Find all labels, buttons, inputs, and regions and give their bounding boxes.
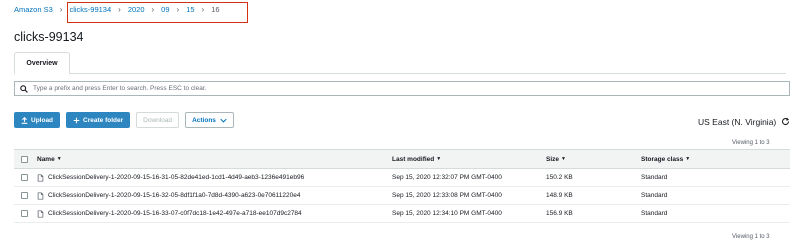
row-checkbox[interactable] <box>21 210 28 217</box>
file-icon <box>37 209 44 218</box>
plus-icon <box>73 117 80 123</box>
tab-overview[interactable]: Overview <box>14 52 70 75</box>
toolbar: Upload Create folder Download Actions <box>14 112 234 128</box>
refresh-icon[interactable] <box>781 117 790 126</box>
upload-button[interactable]: Upload <box>14 112 61 128</box>
object-last-modified: Sep 15, 2020 12:32:07 PM GMT-0400 <box>392 174 502 181</box>
viewing-count-top: Viewing 1 to 3 <box>732 140 770 146</box>
tab-bar: Overview <box>14 50 786 75</box>
breadcrumb-highlight-box <box>67 2 248 23</box>
breadcrumb-root[interactable]: Amazon S3 <box>14 5 53 14</box>
actions-dropdown[interactable]: Actions <box>185 112 234 128</box>
column-header-size[interactable]: Size ▼ <box>546 150 566 168</box>
sort-caret-icon: ▼ <box>436 156 442 162</box>
object-last-modified: Sep 15, 2020 12:33:08 PM GMT-0400 <box>392 192 502 199</box>
object-name-link[interactable]: ClickSessionDelivery-1-2020-09-15-16-33-… <box>48 210 302 217</box>
object-storage-class: Standard <box>641 192 668 199</box>
file-icon <box>37 191 44 200</box>
page-title: clicks-99134 <box>14 30 84 44</box>
breadcrumb-separator: › <box>59 4 63 14</box>
object-size: 150.2 KB <box>546 174 573 181</box>
actions-dropdown-label: Actions <box>192 116 216 124</box>
row-checkbox[interactable] <box>21 192 28 199</box>
object-size: 148.9 KB <box>546 192 573 199</box>
table-row[interactable]: ClickSessionDelivery-1-2020-09-15-16-32-… <box>14 187 790 205</box>
search-placeholder: Type a prefix and press Enter to search.… <box>33 85 207 92</box>
create-folder-button[interactable]: Create folder <box>66 112 131 128</box>
upload-button-label: Upload <box>31 116 54 124</box>
object-name-link[interactable]: ClickSessionDelivery-1-2020-09-15-16-32-… <box>48 192 300 199</box>
column-header-last-modified[interactable]: Last modified ▼ <box>392 150 441 168</box>
upload-icon <box>21 116 28 124</box>
create-folder-button-label: Create folder <box>83 116 124 124</box>
column-header-name[interactable]: Name ▼ <box>37 150 62 168</box>
row-checkbox[interactable] <box>21 174 28 181</box>
breadcrumb: Amazon S3 › clicks-99134 › 2020 › 09 › 1… <box>14 2 248 23</box>
download-button[interactable]: Download <box>136 112 180 128</box>
caret-down-icon <box>220 118 227 123</box>
search-icon <box>20 84 28 93</box>
search-input[interactable]: Type a prefix and press Enter to search.… <box>14 81 790 96</box>
object-storage-class: Standard <box>641 174 668 181</box>
objects-table: Name ▼ Last modified ▼ Size ▼ Storage class… <box>14 149 790 223</box>
viewing-count-bottom: Viewing 1 to 3 <box>732 234 770 240</box>
sort-caret-icon: ▼ <box>685 156 691 162</box>
object-storage-class: Standard <box>641 210 668 217</box>
file-icon <box>37 173 44 182</box>
column-header-storage-class[interactable]: Storage class ▼ <box>641 150 690 168</box>
table-header: Name ▼ Last modified ▼ Size ▼ Storage class… <box>14 149 790 169</box>
select-all-checkbox[interactable] <box>21 155 28 163</box>
object-last-modified: Sep 15, 2020 12:34:10 PM GMT-0400 <box>392 210 502 217</box>
table-row[interactable]: ClickSessionDelivery-1-2020-09-15-16-33-… <box>14 205 790 223</box>
object-name-link[interactable]: ClickSessionDelivery-1-2020-09-15-16-31-… <box>48 174 304 181</box>
object-size: 156.9 KB <box>546 210 573 217</box>
sort-caret-icon: ▼ <box>56 156 62 162</box>
sort-caret-icon: ▼ <box>561 156 566 162</box>
download-button-label: Download <box>143 116 173 124</box>
table-row[interactable]: ClickSessionDelivery-1-2020-09-15-16-31-… <box>14 169 790 187</box>
region-label: US East (N. Virginia) <box>698 117 777 127</box>
